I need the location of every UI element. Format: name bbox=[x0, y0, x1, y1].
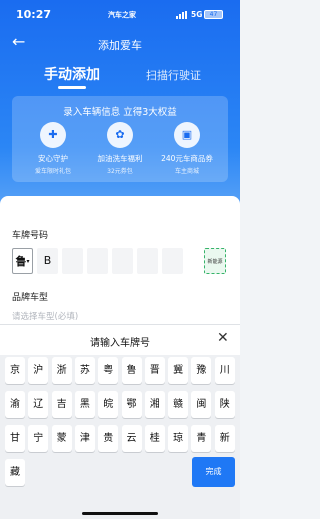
nav-bar: ← 添加爱车 bbox=[0, 26, 240, 60]
keyboard-key[interactable]: 辽 bbox=[28, 391, 49, 418]
model-select[interactable]: 请选择车型(必填) bbox=[12, 310, 78, 322]
battery-icon: 47 bbox=[204, 10, 223, 19]
keyboard-key[interactable]: 京 bbox=[5, 357, 25, 384]
keyboard-key[interactable]: 蒙 bbox=[51, 425, 72, 452]
benefit-item[interactable]: ✿ 加油洗车福利 32元券包 bbox=[89, 122, 151, 175]
done-button[interactable]: 完成 bbox=[192, 457, 235, 487]
active-tab-indicator bbox=[58, 86, 86, 89]
keyboard-key[interactable]: 黑 bbox=[74, 391, 95, 418]
benefit-name: 加油洗车福利 bbox=[97, 154, 143, 163]
plate-input: 鲁▾ B bbox=[12, 248, 183, 274]
network-type: 5G bbox=[191, 10, 203, 19]
benefit-name: 240元车商品券 bbox=[161, 154, 213, 163]
keyboard-key[interactable]: 桂 bbox=[144, 425, 165, 452]
plate-keyboard: 请输入车牌号 ✕ 京沪浙苏粤鲁晋冀豫川渝辽吉黑皖鄂湘赣闽陕甘宁蒙津贵云桂琼青新藏… bbox=[0, 324, 240, 519]
plate-cell[interactable] bbox=[162, 248, 183, 274]
keyboard-key[interactable]: 琼 bbox=[168, 425, 189, 452]
keyboard-key[interactable]: 渝 bbox=[5, 391, 25, 418]
tab-scan-license[interactable]: 扫描行驶证 bbox=[146, 67, 201, 83]
benefit-item[interactable]: ▣ 240元车商品券 车主商城 bbox=[156, 122, 218, 175]
plate-province-cell[interactable]: 鲁▾ bbox=[12, 248, 33, 274]
status-time: 10:27 bbox=[16, 8, 52, 21]
keyboard-key[interactable]: 鲁 bbox=[121, 357, 142, 384]
model-label: 品牌车型 bbox=[12, 293, 49, 303]
keyboard-key[interactable]: 川 bbox=[214, 357, 235, 384]
status-bar: 10:27 汽车之家 5G 47 bbox=[0, 0, 240, 26]
tab-bar: 手动添加 扫描行驶证 bbox=[0, 60, 240, 92]
keyboard-key[interactable]: 浙 bbox=[51, 357, 72, 384]
keyboard-key[interactable]: 皖 bbox=[98, 391, 119, 418]
keyboard-key[interactable]: 陕 bbox=[214, 391, 235, 418]
keyboard-key[interactable]: 苏 bbox=[74, 357, 95, 384]
signal-icon bbox=[176, 11, 187, 19]
keyboard-key[interactable]: 豫 bbox=[191, 357, 212, 384]
benefit-item[interactable]: ✚ 安心守护 爱车限时礼包 bbox=[22, 122, 84, 175]
keyboard-key[interactable]: 吉 bbox=[51, 391, 72, 418]
benefits-card: 录入车辆信息 立得3大权益 ✚ 安心守护 爱车限时礼包 ✿ 加油洗车福利 32元… bbox=[12, 96, 228, 182]
plate-province-char: 鲁 bbox=[15, 255, 27, 268]
keyboard-key[interactable]: 云 bbox=[121, 425, 142, 452]
status-carrier: 汽车之家 bbox=[108, 11, 136, 19]
keyboard-key[interactable]: 沪 bbox=[28, 357, 49, 384]
keyboard-key[interactable]: 湘 bbox=[144, 391, 165, 418]
benefit-name: 安心守护 bbox=[38, 154, 68, 163]
keyboard-key[interactable]: 青 bbox=[191, 425, 212, 452]
keyboard-header: 请输入车牌号 ✕ bbox=[0, 325, 240, 355]
car-form: 车牌号码 鲁▾ B 新能源 品牌车型 请选择车型(必填) bbox=[0, 196, 240, 330]
plate-cell[interactable] bbox=[112, 248, 133, 274]
keyboard-title: 请输入车牌号 bbox=[90, 338, 150, 349]
gift-icon: ✿ bbox=[107, 122, 133, 148]
keyboard-key[interactable]: 赣 bbox=[168, 391, 189, 418]
keyboard-key[interactable]: 新 bbox=[214, 425, 235, 452]
plate-cell[interactable]: B bbox=[37, 248, 58, 274]
keyboard-key[interactable]: 津 bbox=[74, 425, 95, 452]
plate-cell[interactable] bbox=[87, 248, 108, 274]
close-icon[interactable]: ✕ bbox=[217, 330, 229, 346]
tab-manual-add[interactable]: 手动添加 bbox=[44, 64, 100, 84]
keyboard-key[interactable]: 藏 bbox=[5, 459, 25, 486]
plate-cell[interactable] bbox=[62, 248, 83, 274]
keyboard-key[interactable]: 粤 bbox=[98, 357, 119, 384]
keyboard-key[interactable]: 宁 bbox=[28, 425, 49, 452]
benefits-title: 录入车辆信息 立得3大权益 bbox=[63, 107, 177, 118]
keyboard-key[interactable]: 鄂 bbox=[121, 391, 142, 418]
keyboard-key[interactable]: 贵 bbox=[98, 425, 119, 452]
benefit-sub: 爱车限时礼包 bbox=[34, 168, 71, 175]
page-title: 添加爱车 bbox=[98, 39, 142, 52]
benefit-sub: 车主商城 bbox=[174, 168, 199, 175]
home-indicator bbox=[82, 512, 158, 515]
keyboard-key[interactable]: 晋 bbox=[144, 357, 165, 384]
keyboard-key[interactable]: 闽 bbox=[191, 391, 212, 418]
dropdown-icon: ▾ bbox=[26, 258, 30, 265]
plate-label: 车牌号码 bbox=[12, 231, 49, 241]
benefit-sub: 32元券包 bbox=[107, 168, 133, 175]
plate-cell[interactable] bbox=[137, 248, 158, 274]
new-energy-cell[interactable]: 新能源 bbox=[204, 248, 226, 274]
keyboard-key[interactable]: 冀 bbox=[168, 357, 189, 384]
shop-icon: ▣ bbox=[174, 122, 200, 148]
keyboard-key[interactable]: 甘 bbox=[5, 425, 25, 452]
shield-icon: ✚ bbox=[40, 122, 66, 148]
